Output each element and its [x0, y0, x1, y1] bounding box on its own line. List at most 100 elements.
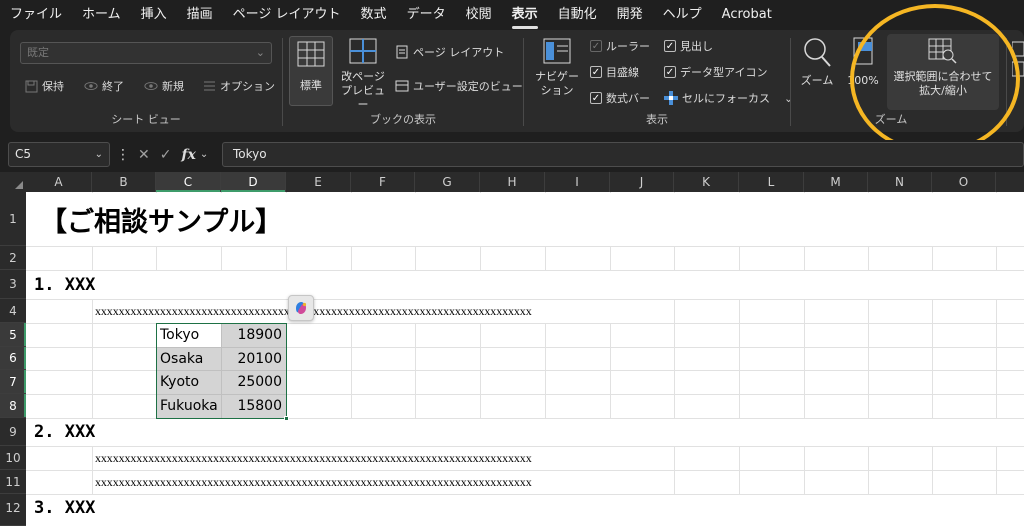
tab-home[interactable]: ホーム	[82, 0, 121, 30]
formula-bar-checkbox[interactable]: ✓ 数式バー	[590, 90, 650, 106]
exit-button[interactable]: 終了	[84, 78, 124, 94]
column-header-d[interactable]: D	[221, 172, 286, 192]
data-type-icons-checkbox[interactable]: ✓ データ型アイコン	[664, 64, 767, 80]
sheet-view-select[interactable]: 既定 ⌄	[20, 42, 272, 64]
page-layout-button[interactable]: ページ レイアウト	[395, 44, 504, 60]
custom-views-button[interactable]: ユーザー設定のビュー	[395, 78, 523, 94]
group-label-zoom: ズーム	[874, 113, 908, 126]
row-header-12[interactable]: 12	[0, 494, 26, 526]
page-break-label-2: プレビュー	[341, 84, 385, 111]
focus-cell-label: セルにフォーカス	[682, 92, 770, 105]
focus-cell-button[interactable]: セルにフォーカス ⌄	[664, 90, 793, 106]
row-header-10[interactable]: 10	[0, 446, 26, 470]
ruler-label: ルーラー	[606, 40, 650, 53]
headings-checkbox[interactable]: ✓ 見出し	[664, 38, 713, 54]
column-header-g[interactable]: G	[415, 172, 480, 192]
column-header-k[interactable]: K	[674, 172, 739, 192]
fill-handle[interactable]	[284, 416, 289, 421]
section-heading-2[interactable]: 2. XXX	[34, 422, 95, 442]
tab-data[interactable]: データ	[407, 0, 446, 30]
navigation-label-1: ナビゲー	[535, 70, 579, 83]
tab-help[interactable]: ヘルプ	[663, 0, 702, 30]
column-header-n[interactable]: N	[868, 172, 932, 192]
checkbox-checked-icon: ✓	[664, 40, 676, 52]
formula-bar-label: 数式バー	[606, 92, 650, 105]
cancel-icon[interactable]: ✕	[138, 147, 150, 163]
navigation-icon	[532, 38, 582, 68]
select-all-button[interactable]	[0, 172, 26, 192]
column-header-o[interactable]: O	[932, 172, 996, 192]
formula-controls: ⋮ ✕ ✓ fx ⌄	[116, 142, 216, 167]
list-icon	[202, 79, 216, 93]
group-sheet-view: 既定 ⌄ 保持 終了 新規 オプション シート ビュー	[10, 30, 282, 132]
group-label-sheet-view: シート ビュー	[111, 113, 181, 126]
options-button[interactable]: オプション	[202, 78, 275, 94]
row-header-4[interactable]: 4	[0, 299, 26, 323]
row-header-5[interactable]: 5	[0, 323, 26, 347]
column-header-m[interactable]: M	[804, 172, 868, 192]
keep-label: 保持	[42, 80, 64, 93]
column-header-b[interactable]: B	[92, 172, 156, 192]
tab-draw[interactable]: 描画	[187, 0, 213, 30]
data-type-icons-label: データ型アイコン	[680, 66, 768, 79]
tab-formulas[interactable]: 数式	[361, 0, 387, 30]
name-box[interactable]: C5 ⌄	[8, 142, 110, 167]
zoom-button[interactable]: ズーム	[797, 36, 837, 88]
keep-button[interactable]: 保持	[24, 78, 64, 94]
eye-new-icon	[144, 79, 158, 93]
column-header-a[interactable]: A	[26, 172, 92, 192]
enter-icon[interactable]: ✓	[160, 147, 172, 163]
navigation-button[interactable]: ナビゲー ション	[532, 38, 582, 98]
tab-file[interactable]: ファイル	[10, 0, 62, 30]
gridlines-checkbox[interactable]: ✓ 目盛線	[590, 64, 639, 80]
new-window-icon[interactable]	[1011, 40, 1024, 83]
tab-automate[interactable]: 自動化	[558, 0, 597, 30]
row-header-7[interactable]: 7	[0, 370, 26, 394]
row-header-2[interactable]: 2	[0, 246, 26, 270]
row-header-9[interactable]: 9	[0, 418, 26, 446]
sheet-title[interactable]: 【ご相談サンプル】	[40, 200, 282, 239]
tab-developer[interactable]: 開発	[617, 0, 643, 30]
formula-input[interactable]: Tokyo	[222, 142, 1024, 167]
page-layout-label: ページ レイアウト	[413, 46, 505, 59]
tab-insert[interactable]: 挿入	[141, 0, 167, 30]
row-header-6[interactable]: 6	[0, 347, 26, 370]
zoom-100-button[interactable]: 100%	[843, 36, 883, 88]
focus-cell-icon	[664, 91, 678, 105]
insert-function-icon[interactable]: fx	[181, 147, 195, 163]
zoom-to-selection-button[interactable]: 選択範囲に合わせて 拡大/縮小	[887, 34, 999, 110]
new-view-button[interactable]: 新規	[144, 78, 184, 94]
column-header-e[interactable]: E	[286, 172, 351, 192]
sheet-view-select-value: 既定	[27, 46, 49, 59]
heading-row-bg	[27, 419, 1024, 446]
normal-view-button[interactable]: 標準	[289, 36, 333, 106]
column-header-l[interactable]: L	[739, 172, 804, 192]
column-header-c[interactable]: C	[156, 172, 221, 192]
copilot-icon[interactable]	[288, 295, 314, 321]
zoom-label: ズーム	[800, 74, 834, 87]
chevron-down-icon[interactable]: ⌄	[200, 149, 208, 160]
tab-review[interactable]: 校閲	[466, 0, 492, 30]
column-header-h[interactable]: H	[480, 172, 545, 192]
custom-views-label: ユーザー設定のビュー	[413, 80, 523, 93]
row-header-11[interactable]: 11	[0, 470, 26, 494]
tab-acrobat[interactable]: Acrobat	[722, 0, 772, 30]
row-header-8[interactable]: 8	[0, 394, 26, 418]
column-header-f[interactable]: F	[351, 172, 415, 192]
gridline	[26, 246, 1024, 247]
placeholder-text-row-10[interactable]: xxxxxxxxxxxxxxxxxxxxxxxxxxxxxxxxxxxxxxxx…	[95, 451, 532, 466]
tab-view[interactable]: 表示	[511, 0, 538, 30]
tab-page-layout[interactable]: ページ レイアウト	[233, 0, 341, 30]
column-header-j[interactable]: J	[610, 172, 674, 192]
section-heading-1[interactable]: 1. XXX	[34, 275, 95, 295]
row-header-1[interactable]: 1	[0, 192, 26, 246]
more-icon[interactable]: ⋮	[116, 147, 130, 163]
placeholder-text-row-11[interactable]: xxxxxxxxxxxxxxxxxxxxxxxxxxxxxxxxxxxxxxxx…	[95, 475, 532, 490]
page-break-preview-button[interactable]: 改ページ プレビュー	[337, 38, 389, 112]
ruler-checkbox[interactable]: ✓ ルーラー	[590, 38, 650, 54]
row-header-3[interactable]: 3	[0, 270, 26, 299]
new-view-label: 新規	[162, 80, 184, 93]
column-header-i[interactable]: I	[545, 172, 610, 192]
ribbon: 既定 ⌄ 保持 終了 新規 オプション シート ビュー 標準 改ページ プレビュ…	[10, 30, 1024, 132]
section-heading-3[interactable]: 3. XXX	[34, 498, 95, 518]
